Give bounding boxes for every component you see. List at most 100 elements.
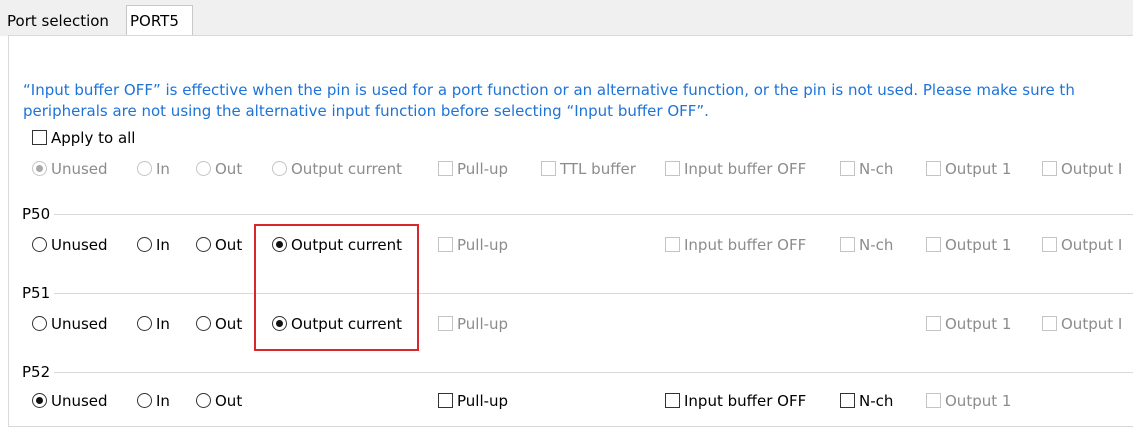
p50-in-radio[interactable]: In [137, 233, 170, 257]
all-unused-radio[interactable]: Unused [32, 157, 108, 181]
radio-label: In [156, 160, 170, 178]
all-input-buffer-off-checkbox[interactable]: Input buffer OFF [665, 157, 806, 181]
checkbox-label: Output 1 [945, 236, 1012, 254]
checkbox-icon [438, 393, 453, 408]
radio-label: Unused [51, 315, 108, 333]
checkbox-label: N-ch [859, 160, 894, 178]
p50-unused-radio[interactable]: Unused [32, 233, 108, 257]
all-output-current-radio[interactable]: Output current [272, 157, 402, 181]
group-label-p50: P50 [22, 204, 55, 224]
group-border-p52 [22, 372, 1133, 373]
checkbox-icon [926, 393, 941, 408]
checkbox-label: Input buffer OFF [684, 160, 807, 178]
radio-icon [196, 316, 211, 331]
all-output-partial-checkbox[interactable]: Output I [1042, 157, 1122, 181]
checkbox-label: Output I [1061, 160, 1123, 178]
checkbox-icon [665, 393, 680, 408]
radio-icon [137, 161, 152, 176]
radio-label: Unused [51, 236, 108, 254]
checkbox-icon [840, 237, 855, 252]
checkbox-icon [665, 237, 680, 252]
p50-output-partial-checkbox[interactable]: Output I [1042, 233, 1122, 257]
checkbox-icon [1042, 237, 1057, 252]
p50-output-1-checkbox[interactable]: Output 1 [926, 233, 1011, 257]
p51-out-radio[interactable]: Out [196, 312, 242, 336]
group-border-p50 [22, 214, 1133, 215]
radio-icon [137, 237, 152, 252]
radio-label: Out [215, 236, 243, 254]
p51-output-1-checkbox[interactable]: Output 1 [926, 312, 1011, 336]
radio-selected-icon [32, 161, 47, 176]
radio-label: In [156, 236, 170, 254]
p51-unused-radio[interactable]: Unused [32, 312, 108, 336]
p50-pull-up-checkbox[interactable]: Pull-up [438, 233, 508, 257]
checkbox-label: Pull-up [457, 160, 509, 178]
radio-icon [137, 316, 152, 331]
p52-pull-up-checkbox[interactable]: Pull-up [438, 389, 508, 413]
checkbox-label: Pull-up [457, 236, 509, 254]
group-border-p51 [22, 293, 1133, 294]
info-text-line1: “Input buffer OFF” is effective when the… [23, 81, 1075, 99]
p52-n-ch-checkbox[interactable]: N-ch [840, 389, 893, 413]
p50-out-radio[interactable]: Out [196, 233, 242, 257]
checkbox-icon [438, 316, 453, 331]
all-out-radio[interactable]: Out [196, 157, 242, 181]
tab-bar: Port selection PORT5 [0, 0, 1133, 36]
p52-unused-radio[interactable]: Unused [32, 389, 108, 413]
p51-in-radio[interactable]: In [137, 312, 170, 336]
checkbox-label: N-ch [859, 392, 894, 410]
all-pull-up-checkbox[interactable]: Pull-up [438, 157, 508, 181]
checkbox-label: N-ch [859, 236, 894, 254]
checkbox-icon [32, 130, 47, 145]
p52-in-radio[interactable]: In [137, 389, 170, 413]
tab-port5[interactable]: PORT5 [126, 5, 193, 36]
radio-icon [137, 393, 152, 408]
all-n-ch-checkbox[interactable]: N-ch [840, 157, 893, 181]
apply-to-all-checkbox[interactable]: Apply to all [32, 126, 135, 150]
radio-icon [272, 161, 287, 176]
checkbox-icon [926, 161, 941, 176]
radio-label: In [156, 315, 170, 333]
checkbox-icon [438, 161, 453, 176]
checkbox-label: Output I [1061, 236, 1123, 254]
tab-port-selection[interactable]: Port selection [4, 8, 126, 34]
checkbox-icon [840, 161, 855, 176]
checkbox-label: Output 1 [945, 392, 1012, 410]
p51-pull-up-checkbox[interactable]: Pull-up [438, 312, 508, 336]
checkbox-icon [1042, 316, 1057, 331]
p50-input-buffer-off-checkbox[interactable]: Input buffer OFF [665, 233, 806, 257]
radio-icon [196, 237, 211, 252]
info-text-line2: peripherals are not using the alternativ… [23, 102, 709, 120]
checkbox-icon [665, 161, 680, 176]
radio-selected-icon [32, 393, 47, 408]
checkbox-icon [926, 316, 941, 331]
all-output-1-checkbox[interactable]: Output 1 [926, 157, 1011, 181]
highlight-box [254, 224, 419, 351]
tab-port-selection-label: Port selection [7, 12, 109, 30]
radio-label: Out [215, 392, 243, 410]
checkbox-icon [926, 237, 941, 252]
checkbox-label: Output 1 [945, 315, 1012, 333]
radio-label: Unused [51, 160, 108, 178]
checkbox-icon [840, 393, 855, 408]
radio-icon [32, 237, 47, 252]
p51-output-partial-checkbox[interactable]: Output I [1042, 312, 1122, 336]
all-ttl-buffer-checkbox[interactable]: TTL buffer [541, 157, 636, 181]
radio-icon [32, 316, 47, 331]
radio-label: Out [215, 160, 243, 178]
checkbox-label: Input buffer OFF [684, 392, 807, 410]
radio-label: Unused [51, 392, 108, 410]
checkbox-label: Input buffer OFF [684, 236, 807, 254]
radio-icon [196, 161, 211, 176]
checkbox-label: Pull-up [457, 392, 509, 410]
checkbox-label: Pull-up [457, 315, 509, 333]
checkbox-icon [541, 161, 556, 176]
group-label-p52: P52 [22, 362, 55, 382]
radio-icon [196, 393, 211, 408]
all-in-radio[interactable]: In [137, 157, 170, 181]
p52-out-radio[interactable]: Out [196, 389, 242, 413]
apply-to-all-label: Apply to all [51, 129, 136, 147]
p52-input-buffer-off-checkbox[interactable]: Input buffer OFF [665, 389, 806, 413]
p52-output-1-checkbox[interactable]: Output 1 [926, 389, 1011, 413]
p50-n-ch-checkbox[interactable]: N-ch [840, 233, 893, 257]
